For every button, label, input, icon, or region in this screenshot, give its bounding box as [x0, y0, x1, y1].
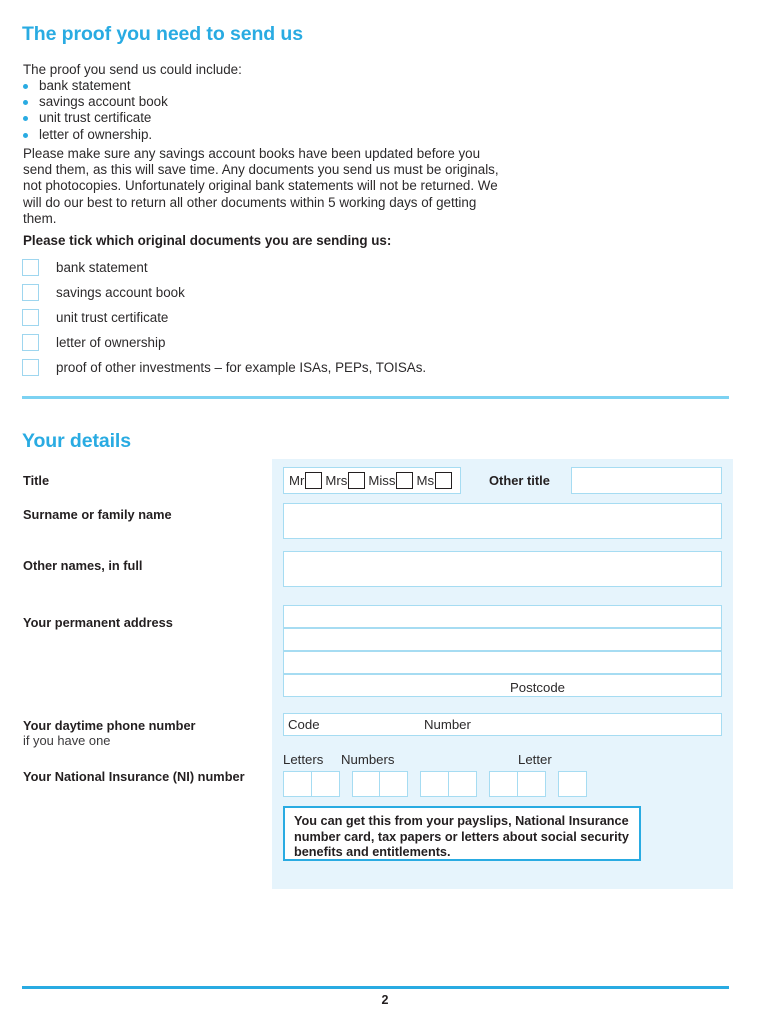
checkbox-row-other-investments[interactable]: proof of other investments – for example…	[22, 355, 426, 380]
checkbox-letter-of-ownership[interactable]	[22, 334, 39, 351]
title-option-label: Miss	[368, 473, 396, 488]
ni-group-letter	[557, 771, 587, 797]
label-postcode: Postcode	[510, 680, 565, 695]
label-daytime-phone: Your daytime phone number if you have on…	[23, 718, 263, 748]
address-line-1-input[interactable]	[283, 605, 722, 628]
checkbox-title-miss[interactable]	[396, 472, 414, 489]
title-option-mr[interactable]: Mr	[289, 472, 325, 489]
documents-checkbox-list: bank statement savings account book unit…	[22, 255, 426, 380]
list-item: letter of ownership.	[23, 127, 168, 143]
postcode-input[interactable]	[283, 674, 722, 697]
ni-group-numbers-2	[420, 771, 478, 797]
ni-cell[interactable]	[379, 771, 409, 797]
checkbox-bank-statement[interactable]	[22, 259, 39, 276]
ni-group-numbers-1	[351, 771, 409, 797]
label-ni-numbers: Numbers	[341, 752, 395, 767]
label-other-title: Other title	[489, 473, 550, 488]
page-number: 2	[381, 993, 389, 1007]
ni-cell[interactable]	[310, 771, 340, 797]
details-section-heading: Your details	[22, 430, 131, 453]
label-other-names: Other names, in full	[23, 558, 143, 573]
label-ni-letters: Letters	[283, 752, 324, 767]
checkbox-row-letter-of-ownership[interactable]: letter of ownership	[22, 330, 426, 355]
label-surname: Surname or family name	[23, 507, 172, 522]
proof-section-heading: The proof you need to send us	[22, 23, 303, 46]
label-daytime-phone-sub: if you have one	[23, 733, 111, 748]
checkbox-title-mr[interactable]	[305, 472, 323, 489]
ni-cell[interactable]	[448, 771, 478, 797]
surname-input[interactable]	[283, 503, 722, 539]
list-item: savings account book	[23, 94, 168, 110]
checkbox-label: letter of ownership	[56, 335, 166, 350]
other-names-input[interactable]	[283, 551, 722, 587]
phone-input[interactable]	[283, 713, 722, 736]
tick-instruction-label: Please tick which original documents you…	[23, 233, 392, 248]
label-title: Title	[23, 473, 50, 488]
ni-cell[interactable]	[283, 771, 312, 797]
label-permanent-address: Your permanent address	[23, 615, 173, 630]
title-option-label: Ms	[416, 473, 435, 488]
ni-cell[interactable]	[516, 771, 546, 797]
ni-info-box: You can get this from your payslips, Nat…	[283, 806, 641, 861]
checkbox-row-savings-account-book[interactable]: savings account book	[22, 280, 426, 305]
title-option-ms[interactable]: Ms	[416, 472, 455, 489]
list-item: bank statement	[23, 78, 168, 94]
address-line-3-input[interactable]	[283, 651, 722, 674]
checkbox-label: savings account book	[56, 285, 185, 300]
ni-number-input-group	[283, 771, 599, 797]
proof-bullet-list: bank statement savings account book unit…	[23, 78, 168, 143]
checkbox-title-mrs[interactable]	[348, 472, 366, 489]
ni-group-letters	[283, 771, 340, 797]
ni-cell[interactable]	[557, 771, 587, 797]
form-page: The proof you need to send us The proof …	[0, 0, 770, 1024]
checkbox-other-investments[interactable]	[22, 359, 39, 376]
ni-cell[interactable]	[489, 771, 519, 797]
checkbox-label: proof of other investments – for example…	[56, 360, 427, 375]
checkbox-row-bank-statement[interactable]: bank statement	[22, 255, 426, 280]
ni-cell[interactable]	[420, 771, 450, 797]
checkbox-savings-account-book[interactable]	[22, 284, 39, 301]
title-option-mrs[interactable]: Mrs	[325, 472, 368, 489]
checkbox-row-unit-trust-certificate[interactable]: unit trust certificate	[22, 305, 426, 330]
label-phone-number: Number	[424, 717, 471, 732]
list-item: unit trust certificate	[23, 110, 168, 126]
other-title-input[interactable]	[571, 467, 722, 494]
footer-divider	[22, 986, 729, 989]
label-phone-code: Code	[288, 717, 320, 732]
label-daytime-phone-main: Your daytime phone number	[23, 718, 196, 733]
label-ni-number: Your National Insurance (NI) number	[23, 769, 245, 784]
checkbox-label: unit trust certificate	[56, 310, 169, 325]
checkbox-title-ms[interactable]	[435, 472, 453, 489]
title-options-group: Mr Mrs Miss Ms	[283, 467, 462, 494]
title-option-miss[interactable]: Miss	[368, 472, 416, 489]
title-option-label: Mr	[289, 473, 305, 488]
checkbox-unit-trust-certificate[interactable]	[22, 309, 39, 326]
section-divider	[22, 396, 729, 399]
proof-paragraph: Please make sure any savings account boo…	[23, 146, 499, 226]
ni-cell[interactable]	[351, 771, 381, 797]
ni-info-text: You can get this from your payslips, Nat…	[294, 814, 629, 860]
label-ni-letter: Letter	[518, 752, 552, 767]
checkbox-label: bank statement	[56, 260, 148, 275]
address-line-2-input[interactable]	[283, 628, 722, 651]
ni-group-numbers-3	[489, 771, 546, 797]
proof-intro-text: The proof you send us could include:	[23, 62, 242, 77]
title-option-label: Mrs	[325, 473, 348, 488]
